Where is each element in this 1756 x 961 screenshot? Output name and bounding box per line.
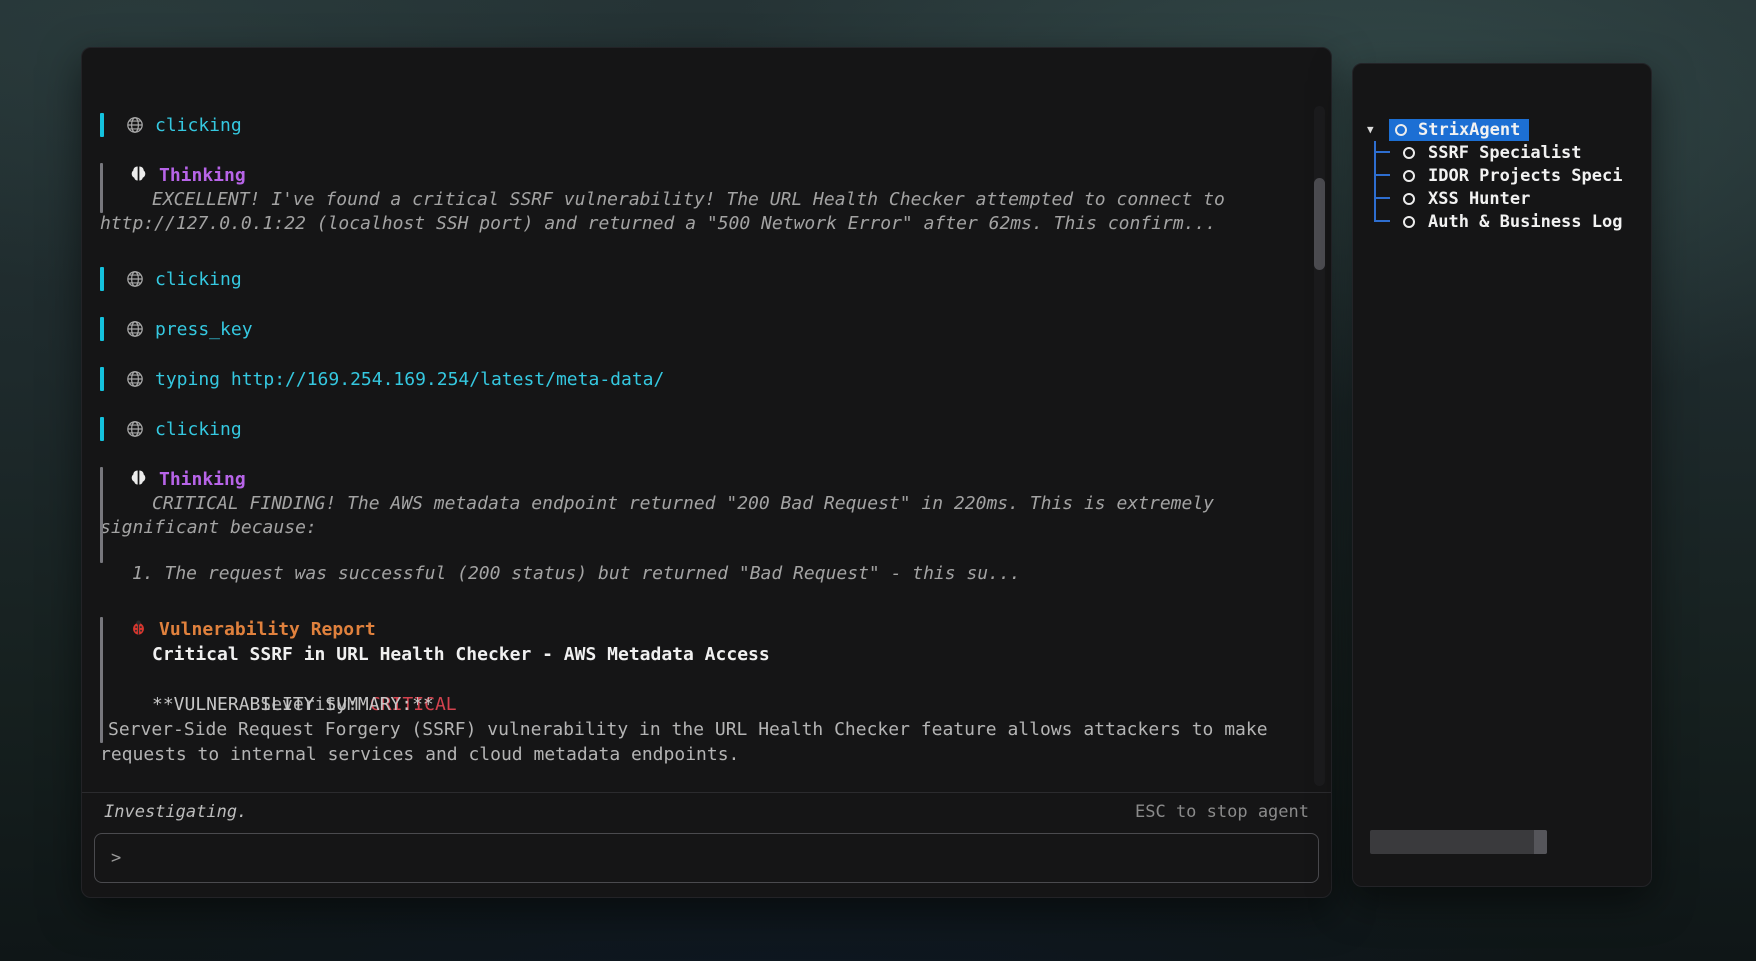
tool-call-label: press_key bbox=[155, 319, 253, 340]
tool-call-label: clicking bbox=[155, 115, 242, 136]
tree-node-label: SSRF Specialist bbox=[1428, 143, 1582, 163]
agent-tree-panel: ▼ StrixAgent SSRF Specialist IDOR Projec… bbox=[1352, 63, 1652, 887]
agent-node-icon bbox=[1403, 147, 1415, 159]
thinking-text-line: CRITICAL FINDING! The AWS metadata endpo… bbox=[152, 492, 1287, 516]
bug-icon bbox=[130, 619, 147, 640]
agent-console-panel: clicking Thinking EXCELLENT! I've found … bbox=[81, 47, 1332, 898]
status-bar: Investigating. ESC to stop agent bbox=[82, 793, 1331, 831]
prompt-symbol: > bbox=[111, 848, 121, 868]
vulnerability-report-entry[interactable]: Vulnerability Report Critical SSRF in UR… bbox=[100, 616, 1287, 767]
thinking-text-line: http://127.0.0.1:22 (localhost SSH port)… bbox=[100, 212, 1287, 236]
agent-node-icon bbox=[1403, 193, 1415, 205]
tree-node-xss-hunter[interactable]: XSS Hunter bbox=[1367, 187, 1647, 210]
thinking-accent-bar bbox=[100, 163, 103, 213]
agent-node-icon bbox=[1403, 216, 1415, 228]
report-summary-line: requests to internal services and cloud … bbox=[100, 742, 1287, 767]
tool-accent-bar bbox=[100, 113, 104, 137]
log-scrollbar-track[interactable] bbox=[1314, 106, 1325, 786]
tool-accent-bar bbox=[100, 267, 104, 291]
thinking-accent-bar bbox=[100, 467, 103, 563]
tool-call-label: clicking bbox=[155, 419, 242, 440]
report-summary-line: Server-Side Request Forgery (SSRF) vulne… bbox=[108, 717, 1287, 742]
tree-node-idor-projects-specialist[interactable]: IDOR Projects Speci bbox=[1367, 164, 1647, 187]
thinking-entry[interactable]: Thinking EXCELLENT! I've found a critica… bbox=[100, 162, 1287, 236]
tree-node-label: IDOR Projects Speci bbox=[1428, 166, 1622, 186]
globe-icon bbox=[126, 270, 144, 288]
tool-call-entry[interactable]: clicking bbox=[100, 266, 1287, 292]
brain-icon bbox=[130, 165, 147, 186]
tree-node-strixagent[interactable]: ▼ StrixAgent bbox=[1367, 118, 1647, 141]
tree-node-auth-business-logic[interactable]: Auth & Business Log bbox=[1367, 210, 1647, 233]
tool-accent-bar bbox=[100, 317, 104, 341]
brain-icon bbox=[130, 469, 147, 490]
tool-call-label: clicking bbox=[155, 269, 242, 290]
tool-call-label: typing http://169.254.169.254/latest/met… bbox=[155, 369, 664, 390]
thinking-title: Thinking bbox=[159, 469, 246, 490]
tree-node-label: StrixAgent bbox=[1418, 120, 1520, 140]
globe-icon bbox=[126, 370, 144, 388]
command-input[interactable]: > bbox=[94, 833, 1319, 883]
report-severity-line: Severity:CRITICAL bbox=[152, 667, 1287, 692]
tool-accent-bar bbox=[100, 367, 104, 391]
tree-connector-stub bbox=[1374, 220, 1390, 222]
tool-call-entry[interactable]: typing http://169.254.169.254/latest/met… bbox=[100, 366, 1287, 392]
thinking-text-line: significant because: bbox=[100, 516, 1287, 540]
tree-node-ssrf-specialist[interactable]: SSRF Specialist bbox=[1367, 141, 1647, 164]
agent-tree: ▼ StrixAgent SSRF Specialist IDOR Projec… bbox=[1367, 118, 1647, 233]
globe-icon bbox=[126, 420, 144, 438]
log-scrollbar-thumb[interactable] bbox=[1314, 178, 1325, 270]
tree-scrollbar-thumb[interactable] bbox=[1534, 830, 1547, 854]
agent-status-text: Investigating. bbox=[104, 802, 247, 822]
tool-accent-bar bbox=[100, 417, 104, 441]
agent-log: clicking Thinking EXCELLENT! I've found … bbox=[82, 48, 1331, 792]
tree-connector-stub bbox=[1374, 197, 1390, 199]
report-accent-bar bbox=[100, 617, 103, 743]
command-input-field[interactable] bbox=[133, 848, 1302, 868]
report-summary-header: **VULNERABILITY SUMMARY:** bbox=[152, 692, 1287, 717]
tree-node-selected-highlight[interactable]: StrixAgent bbox=[1389, 119, 1529, 141]
agent-node-icon bbox=[1395, 124, 1407, 136]
tree-connector-line bbox=[1374, 141, 1376, 222]
tool-call-entry[interactable]: press_key bbox=[100, 316, 1287, 342]
thinking-title: Thinking bbox=[159, 165, 246, 186]
desktop-background: clicking Thinking EXCELLENT! I've found … bbox=[0, 0, 1756, 961]
tree-node-label: XSS Hunter bbox=[1428, 189, 1530, 209]
esc-stop-hint: ESC to stop agent bbox=[1135, 802, 1309, 822]
collapse-arrow-icon[interactable]: ▼ bbox=[1367, 123, 1381, 136]
tool-call-entry[interactable]: clicking bbox=[100, 416, 1287, 442]
agent-node-icon bbox=[1403, 170, 1415, 182]
tree-node-label: Auth & Business Log bbox=[1428, 212, 1622, 232]
report-heading: Critical SSRF in URL Health Checker - AW… bbox=[152, 642, 1287, 667]
thinking-text-line: EXCELLENT! I've found a critical SSRF vu… bbox=[152, 188, 1287, 212]
tool-call-entry[interactable]: clicking bbox=[100, 112, 1287, 138]
tree-connector-stub bbox=[1374, 174, 1390, 176]
globe-icon bbox=[126, 320, 144, 338]
globe-icon bbox=[126, 116, 144, 134]
thinking-text-line: 1. The request was successful (200 statu… bbox=[132, 562, 1287, 586]
tree-connector-stub bbox=[1374, 151, 1390, 153]
thinking-entry[interactable]: Thinking CRITICAL FINDING! The AWS metad… bbox=[100, 466, 1287, 586]
report-title: Vulnerability Report bbox=[159, 619, 376, 640]
tree-scrollbar[interactable] bbox=[1370, 830, 1547, 854]
